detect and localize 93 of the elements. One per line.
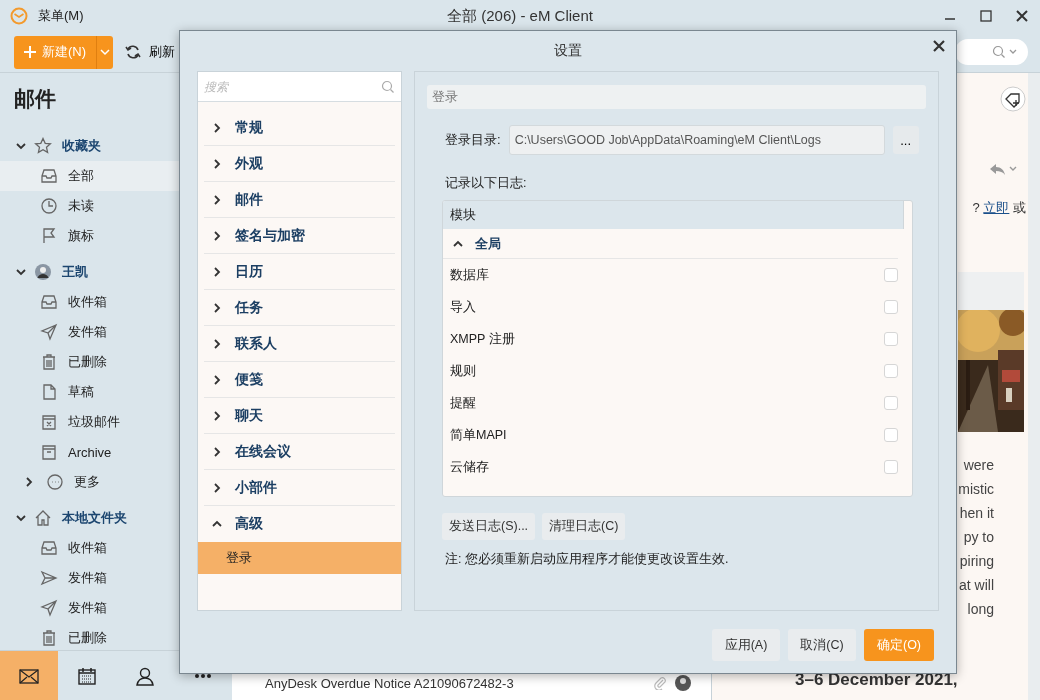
refresh-button[interactable]: 刷新 [125,43,176,61]
settings-subcategory[interactable]: 登录 [198,542,401,574]
body-text: were [963,456,994,475]
folder-group-label[interactable]: 本地文件夹 [62,509,127,527]
inbox-tray-icon [40,167,58,185]
paperclip-icon [653,676,667,690]
plus-icon [24,46,36,58]
trash-icon [40,353,58,371]
refresh-icon [125,44,142,60]
module-name: 提醒 [450,394,476,412]
email-subject[interactable]: AnyDesk Overdue Notice A21090672482-3 [265,675,645,691]
module-name: 数据库 [450,266,489,284]
settings-category[interactable]: 常规 [204,110,395,146]
dialog-title: 设置 [554,42,582,60]
module-name: 云储存 [450,458,489,476]
section-title: 登录 [427,85,926,109]
tag-add-icon[interactable] [1000,86,1026,112]
field-label: 登录目录: [445,131,501,149]
settings-category[interactable]: 聊天 [204,398,395,434]
archive-box-icon [40,443,58,461]
body-text: piring [959,552,994,571]
field-label: 记录以下日志: [445,175,528,192]
sign-in-prompt: ? 立即 或 [972,199,1026,217]
checkbox[interactable] [884,364,898,378]
paper-plane-icon [40,323,58,341]
checkbox[interactable] [884,396,898,410]
settings-category[interactable]: 邮件 [204,182,395,218]
inbox-tray-icon [40,539,58,557]
module-name: 规则 [450,362,476,380]
section-heading: 邮件 [14,86,56,112]
home-icon [34,509,52,527]
note-text: 注: 您必须重新启动应用程序才能使更改设置生效. [445,551,730,568]
more-icon [194,673,212,678]
settings-category[interactable]: 日历 [204,254,395,290]
checkbox[interactable] [884,332,898,346]
settings-category[interactable]: 高级 [204,506,395,542]
module-name: 导入 [450,298,476,316]
log-button[interactable]: 发送日志(S)... [442,513,536,540]
group-label: 全局 [475,234,501,253]
settings-category[interactable]: 外观 [204,146,395,182]
search-icon [992,45,1006,59]
nav-tab[interactable] [0,651,58,700]
search-icon [381,80,395,94]
dialog-button[interactable]: 应用(A) [712,629,780,661]
star-icon [34,137,52,155]
checkbox[interactable] [884,428,898,442]
body-text: mistic [958,480,994,499]
browse-button[interactable]: ... [892,126,919,154]
folder-item[interactable]: 发件箱 [0,593,232,623]
inbox-tray-icon [40,293,58,311]
document-icon [40,383,58,401]
search-field[interactable] [955,39,1028,65]
search-field[interactable]: 搜索 [198,72,401,102]
close-icon[interactable] [933,40,945,52]
app-logo-icon [10,7,28,25]
directory-field[interactable]: C:\Users\GOOD Job\AppData\Roaming\eM Client\Logs [508,125,885,155]
avatar-icon [34,263,52,281]
checkbox[interactable] [884,268,898,282]
link[interactable]: 立即 [983,200,1010,215]
folder-group-label[interactable]: 王凯 [62,263,88,281]
maximize-icon[interactable] [980,10,992,22]
avatar-icon [675,675,691,691]
settings-category[interactable]: 便笺 [204,362,395,398]
flag-icon [40,227,58,245]
folder-group-label[interactable]: 收藏夹 [62,137,101,155]
window-title: 全部 (206) - eM Client [447,6,593,24]
checkbox[interactable] [884,300,898,314]
folder-item[interactable]: 已删除 [0,623,232,650]
settings-category[interactable]: 在线会议 [204,434,395,470]
trash-icon [40,629,58,647]
settings-category[interactable]: 小部件 [204,470,395,506]
column-header: 模块 [443,201,904,229]
settings-category[interactable]: 签名与加密 [204,218,395,254]
paper-plane-icon [40,599,58,617]
settings-category[interactable]: 任务 [204,290,395,326]
body-text: py to [963,528,994,547]
module-name: XMPP 注册 [450,330,515,348]
ellipsis-circle-icon [46,473,64,491]
junk-box-icon [40,413,58,431]
menu-button[interactable]: 菜单(M) [38,7,84,25]
checkbox[interactable] [884,460,898,474]
settings-category[interactable]: 联系人 [204,326,395,362]
log-button[interactable]: 清理日志(C) [542,513,626,540]
module-name: 简单MAPI [450,426,507,444]
clock-icon [40,197,58,215]
body-text: hen it [959,504,994,523]
send-arrow-icon [40,569,58,587]
close-icon[interactable] [1016,10,1028,22]
banner-background [958,272,1024,310]
dialog-button[interactable]: 取消(C) [788,629,856,661]
body-text: at will [959,576,994,595]
reply-icon[interactable] [988,161,1018,177]
body-text: long [967,600,994,619]
